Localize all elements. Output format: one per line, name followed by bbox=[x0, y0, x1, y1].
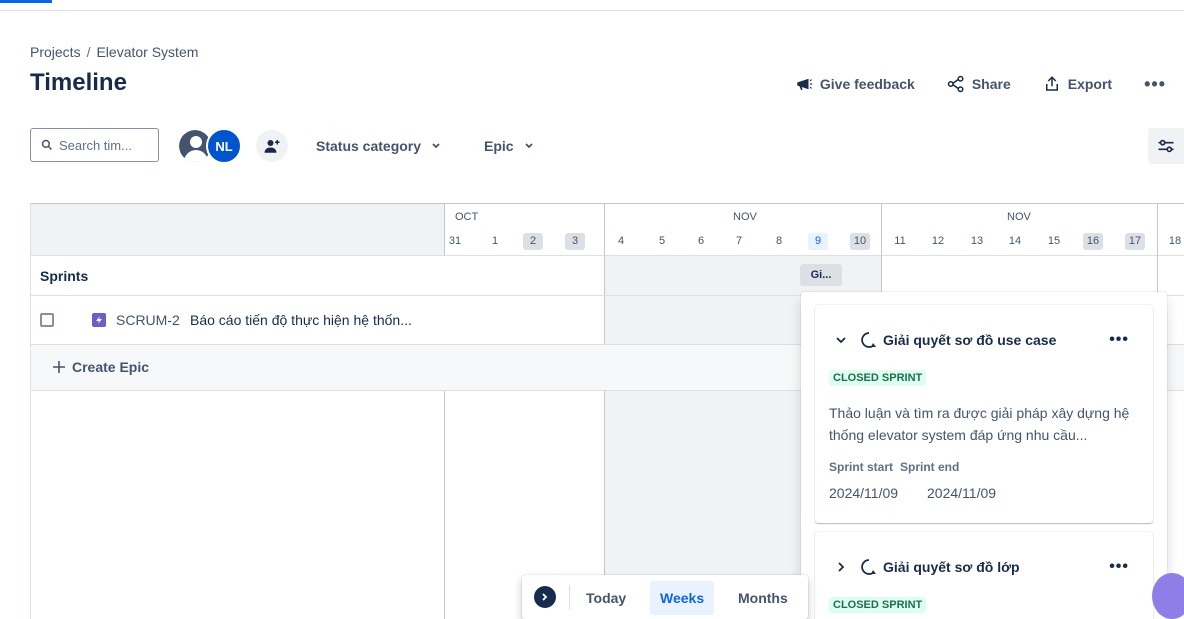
day-label: 17 bbox=[1125, 233, 1145, 250]
status-badge: CLOSED SPRINT bbox=[829, 370, 927, 386]
month-label: NOV bbox=[733, 211, 757, 223]
plus-icon bbox=[53, 361, 65, 373]
chevron-right-icon[interactable] bbox=[835, 561, 847, 573]
chevron-down-icon bbox=[432, 143, 440, 149]
add-person-icon bbox=[264, 140, 280, 153]
sprint-details-panel: Giải quyết sơ đồ use case ••• CLOSED SPR… bbox=[801, 292, 1167, 619]
breadcrumb-project-link[interactable]: Elevator System bbox=[96, 44, 198, 60]
status-category-label: Status category bbox=[316, 138, 422, 154]
day-label: 14 bbox=[1008, 235, 1022, 247]
day-label: 13 bbox=[970, 235, 984, 247]
weeks-button[interactable]: Weeks bbox=[650, 581, 715, 615]
page-title: Timeline bbox=[30, 69, 127, 96]
view-switcher: Today Weeks Months bbox=[522, 575, 808, 619]
epic-icon bbox=[92, 313, 106, 327]
scroll-action-button[interactable] bbox=[1152, 573, 1184, 619]
sprint-more-button[interactable]: ••• bbox=[1109, 331, 1129, 349]
share-button[interactable]: Share bbox=[931, 73, 1027, 95]
export-button[interactable]: Export bbox=[1027, 73, 1128, 95]
day-label: 31 bbox=[448, 235, 462, 247]
epic-filter[interactable]: Epic bbox=[484, 128, 534, 164]
create-epic-label: Create Epic bbox=[72, 359, 150, 375]
export-label: Export bbox=[1067, 76, 1113, 92]
search-placeholder: Search tim... bbox=[59, 137, 132, 153]
sprint-icon bbox=[861, 332, 876, 348]
today-button[interactable]: Today bbox=[576, 581, 636, 615]
sprint-name: Giải quyết sơ đồ lớp bbox=[883, 559, 1020, 575]
sprint-start-label: Sprint start bbox=[829, 460, 894, 474]
add-people-button[interactable] bbox=[256, 130, 288, 162]
day-label: 6 bbox=[697, 235, 705, 247]
epic-summary[interactable]: Báo cáo tiến độ thực hiện hệ thốn... bbox=[190, 312, 412, 328]
today-day-label: 9 bbox=[808, 233, 828, 250]
sprint-bar[interactable]: Gi... bbox=[800, 264, 842, 286]
active-nav-indicator bbox=[0, 0, 52, 3]
epic-filter-label: Epic bbox=[484, 138, 514, 154]
day-label: 8 bbox=[775, 235, 783, 247]
day-label: 3 bbox=[565, 233, 585, 250]
sprint-icon bbox=[861, 559, 876, 575]
day-label: 5 bbox=[658, 235, 666, 247]
chevron-down-icon bbox=[524, 143, 533, 149]
breadcrumb: Projects / Elevator System bbox=[30, 44, 198, 60]
sprint-end-date: 2024/11/09 bbox=[927, 485, 997, 501]
months-button[interactable]: Months bbox=[728, 581, 798, 615]
sprint-start-date: 2024/11/09 bbox=[829, 485, 899, 501]
sprint-description: Thảo luận và tìm ra được giải pháp xây d… bbox=[829, 405, 1130, 443]
sprints-label: Sprints bbox=[40, 268, 89, 284]
day-label: 12 bbox=[931, 235, 945, 247]
switcher-divider bbox=[569, 585, 570, 609]
day-label: 10 bbox=[850, 233, 870, 250]
list-empty-area bbox=[31, 391, 445, 619]
status-category-filter[interactable]: Status category bbox=[316, 128, 441, 164]
day-label: 15 bbox=[1047, 235, 1061, 247]
share-label: Share bbox=[971, 76, 1011, 92]
month-label: OCT bbox=[455, 211, 479, 223]
calendar-header: OCT NOV NOV 31 1 2 3 4 5 6 7 8 9 10 11 1… bbox=[445, 204, 1184, 256]
sliders-icon bbox=[1158, 139, 1174, 153]
breadcrumb-projects-link[interactable]: Projects bbox=[30, 44, 81, 60]
search-timeline-input[interactable]: Search tim... bbox=[30, 128, 159, 162]
day-label: 2 bbox=[523, 233, 543, 250]
sprints-row: Sprints Gi... bbox=[31, 256, 1184, 296]
give-feedback-label: Give feedback bbox=[819, 76, 915, 92]
sprint-end-label: Sprint end bbox=[900, 460, 960, 474]
view-settings-button[interactable] bbox=[1148, 128, 1184, 164]
chevron-right-icon bbox=[542, 593, 548, 601]
epic-checkbox[interactable] bbox=[40, 313, 54, 327]
list-header bbox=[31, 204, 445, 256]
search-icon bbox=[41, 139, 53, 151]
give-feedback-button[interactable]: Give feedback bbox=[779, 73, 931, 95]
header-divider bbox=[0, 10, 1184, 11]
export-icon bbox=[1045, 76, 1058, 91]
share-icon bbox=[947, 75, 964, 93]
user-avatar[interactable]: NL bbox=[206, 128, 242, 164]
day-label: 7 bbox=[735, 235, 743, 247]
epic-key[interactable]: SCRUM-2 bbox=[116, 312, 180, 328]
breadcrumb-separator: / bbox=[86, 44, 91, 60]
more-actions-button[interactable]: ••• bbox=[1128, 73, 1174, 95]
day-label: 11 bbox=[894, 235, 906, 247]
collapse-button[interactable] bbox=[534, 586, 556, 608]
sprint-card[interactable]: Giải quyết sơ đồ lớp ••• CLOSED SPRINT bbox=[815, 532, 1153, 619]
sprint-more-button[interactable]: ••• bbox=[1109, 558, 1129, 576]
megaphone-icon bbox=[797, 78, 813, 90]
month-label: NOV bbox=[1007, 211, 1031, 223]
sprint-card[interactable]: Giải quyết sơ đồ use case ••• CLOSED SPR… bbox=[815, 305, 1153, 523]
chevron-down-icon[interactable] bbox=[835, 334, 847, 346]
header-actions: Give feedback Share Export ••• bbox=[779, 73, 1174, 95]
filter-bar: Search tim... NL Status category Epic bbox=[30, 128, 1184, 164]
sprint-name: Giải quyết sơ đồ use case bbox=[883, 332, 1057, 348]
status-badge: CLOSED SPRINT bbox=[829, 597, 927, 613]
day-label: 16 bbox=[1083, 233, 1103, 250]
day-label: 18 bbox=[1168, 235, 1182, 247]
day-label: 1 bbox=[491, 235, 499, 247]
create-epic-button[interactable]: Create Epic bbox=[52, 359, 149, 375]
day-label: 4 bbox=[617, 235, 625, 247]
